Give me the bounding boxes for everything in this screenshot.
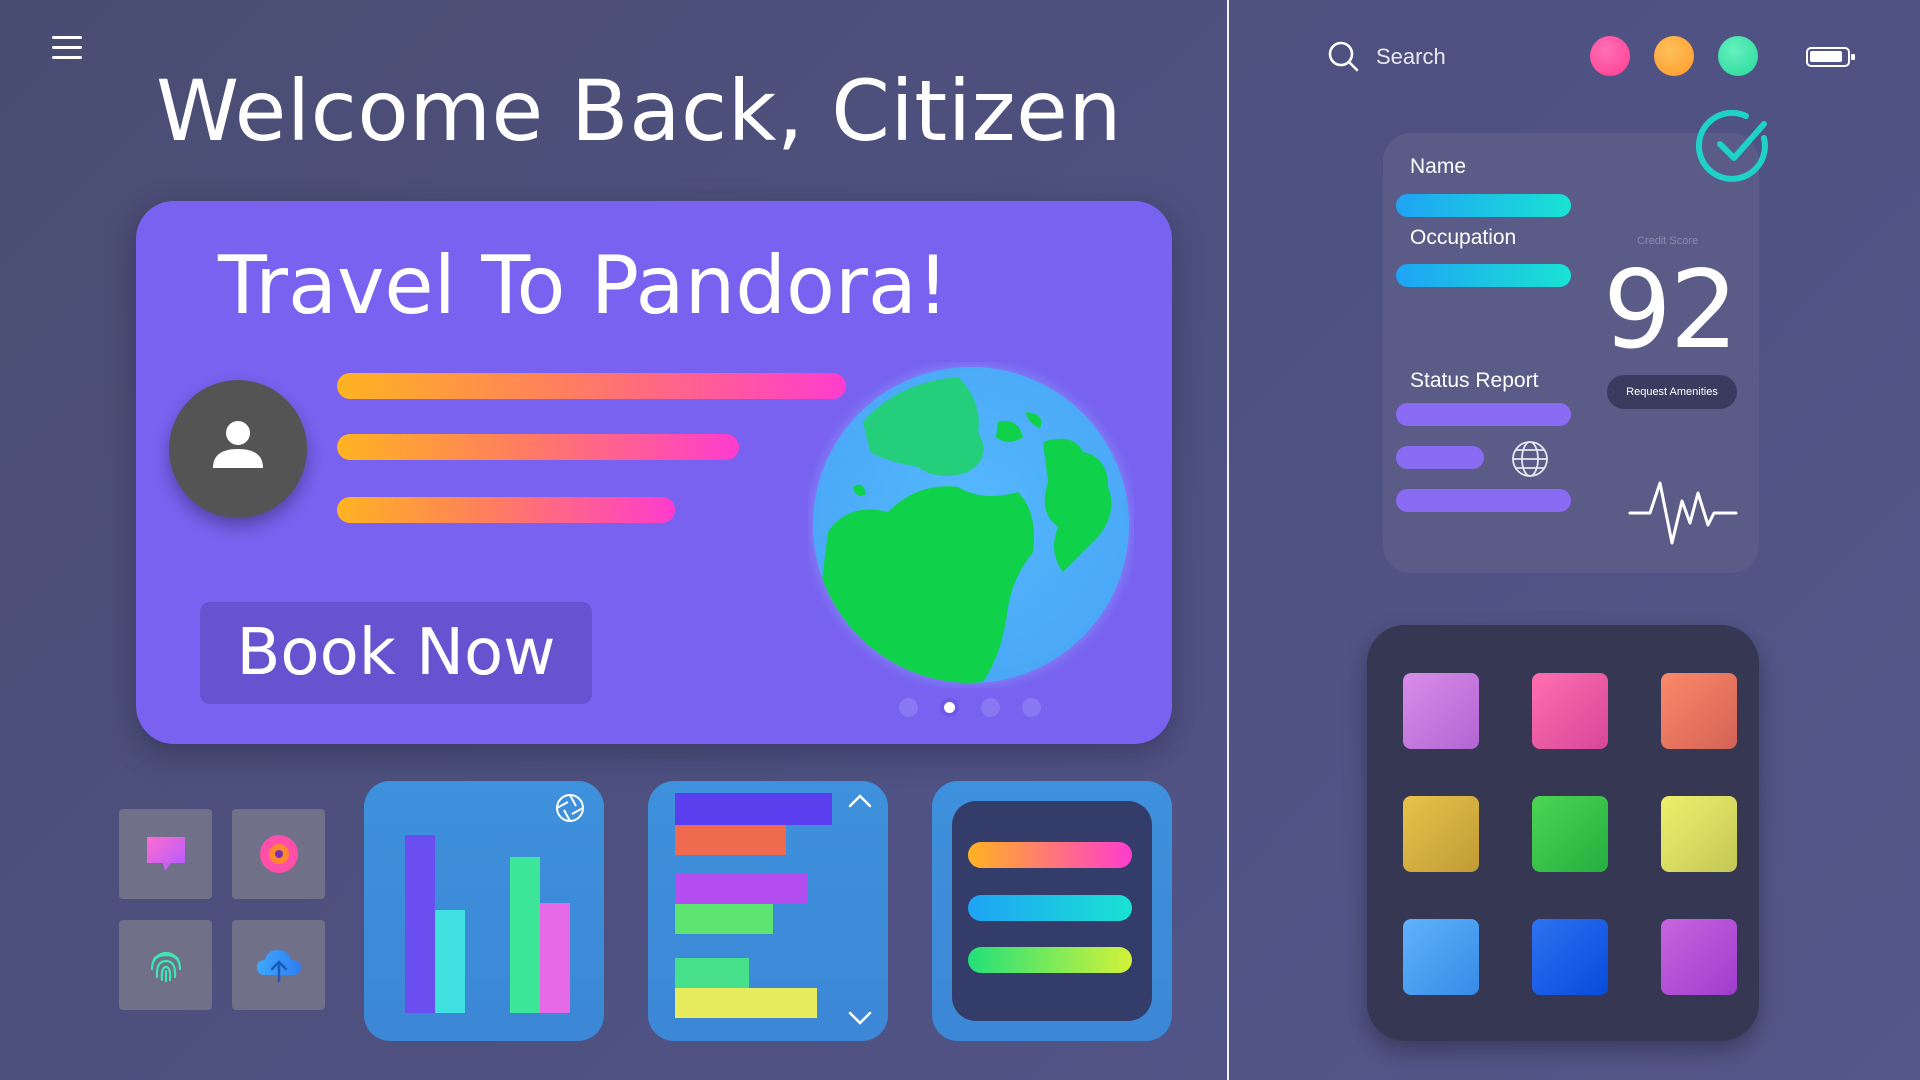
- carousel-dot-1[interactable]: [899, 698, 918, 717]
- record-icon: [259, 835, 298, 873]
- hero-title: Travel To Pandora!: [218, 239, 949, 332]
- cloud-upload-icon: [256, 950, 301, 983]
- status-dot-orange[interactable]: [1654, 36, 1694, 76]
- pill-3: [968, 947, 1132, 973]
- profile-card: Name Occupation Credit Score 92 Status R…: [1383, 133, 1759, 573]
- status-dot-green[interactable]: [1718, 36, 1758, 76]
- info-bar-2: [337, 434, 739, 460]
- hbar-2: [675, 825, 786, 855]
- carousel-dot-3[interactable]: [981, 698, 1000, 717]
- hbar-3: [675, 873, 808, 904]
- carousel-dots: [899, 698, 1041, 717]
- status-bar-2: [1396, 446, 1484, 469]
- globe-illustration: [811, 365, 1131, 685]
- app-coral[interactable]: [1661, 673, 1737, 749]
- credit-score-value: 92: [1603, 248, 1738, 373]
- carousel-dot-2[interactable]: [940, 698, 959, 717]
- app-grid: [1367, 625, 1759, 1041]
- chart-bar-2: [435, 910, 465, 1013]
- info-bar-1: [337, 373, 846, 399]
- status-report-label: Status Report: [1410, 369, 1539, 392]
- info-bar-3: [337, 497, 675, 523]
- page-title: Welcome Back, Citizen: [156, 62, 1123, 160]
- chart-bar-1: [405, 835, 435, 1013]
- chevron-up-icon[interactable]: [847, 793, 873, 809]
- pill-1: [968, 842, 1132, 868]
- fingerprint-tile[interactable]: [119, 920, 212, 1010]
- fingerprint-icon: [150, 951, 181, 983]
- battery-icon: [1806, 47, 1855, 67]
- chevron-down-icon[interactable]: [847, 1010, 873, 1026]
- menu-icon[interactable]: [52, 34, 86, 60]
- verified-check-icon: [1696, 109, 1768, 182]
- app-blue[interactable]: [1532, 919, 1608, 995]
- app-green[interactable]: [1532, 796, 1608, 872]
- credit-score-label: Credit Score: [1637, 235, 1699, 247]
- status-bar-3: [1396, 489, 1571, 512]
- pill-2: [968, 895, 1132, 921]
- chart-bar-4: [540, 903, 570, 1013]
- user-icon: [213, 421, 263, 468]
- list-bars-widget[interactable]: [648, 781, 888, 1041]
- status-dot-pink[interactable]: [1590, 36, 1630, 76]
- chart-bar-3: [510, 857, 540, 1013]
- occupation-bar: [1396, 264, 1571, 287]
- bar-chart-widget[interactable]: [364, 781, 604, 1041]
- request-amenities-button[interactable]: Request Amenities: [1607, 375, 1737, 409]
- chat-tile[interactable]: [119, 809, 212, 899]
- chat-icon: [146, 837, 185, 871]
- hbar-1: [675, 793, 832, 825]
- hero-card: Travel To Pandora! Book Now: [136, 201, 1172, 744]
- search-icon: [1328, 41, 1359, 72]
- record-tile[interactable]: [232, 809, 325, 899]
- name-bar: [1396, 194, 1571, 217]
- hbar-5: [675, 958, 749, 988]
- app-gold[interactable]: [1403, 796, 1479, 872]
- app-lime[interactable]: [1661, 796, 1737, 872]
- occupation-label: Occupation: [1410, 226, 1517, 249]
- carousel-dot-4[interactable]: [1022, 698, 1041, 717]
- pill-list-card: [952, 801, 1152, 1021]
- panel-divider: [1227, 0, 1229, 1080]
- upload-tile[interactable]: [232, 920, 325, 1010]
- search-label: Search: [1376, 43, 1446, 69]
- app-pink[interactable]: [1532, 673, 1608, 749]
- heartbeat-icon: [1628, 481, 1738, 545]
- hbar-6: [675, 988, 817, 1018]
- app-root: Welcome Back, Citizen Travel To Pandora!…: [0, 0, 1920, 1080]
- name-label: Name: [1410, 155, 1467, 178]
- app-pink-violet[interactable]: [1403, 673, 1479, 749]
- hbar-4: [675, 904, 773, 934]
- status-bar-1: [1396, 403, 1571, 426]
- globe-icon: [1512, 441, 1548, 477]
- app-purple[interactable]: [1661, 919, 1737, 995]
- pill-list-widget[interactable]: [932, 781, 1172, 1041]
- app-sky[interactable]: [1403, 919, 1479, 995]
- avatar[interactable]: [169, 380, 307, 518]
- aperture-icon[interactable]: [554, 792, 586, 824]
- book-now-button[interactable]: Book Now: [200, 602, 592, 704]
- search-box[interactable]: Search: [1327, 40, 1446, 73]
